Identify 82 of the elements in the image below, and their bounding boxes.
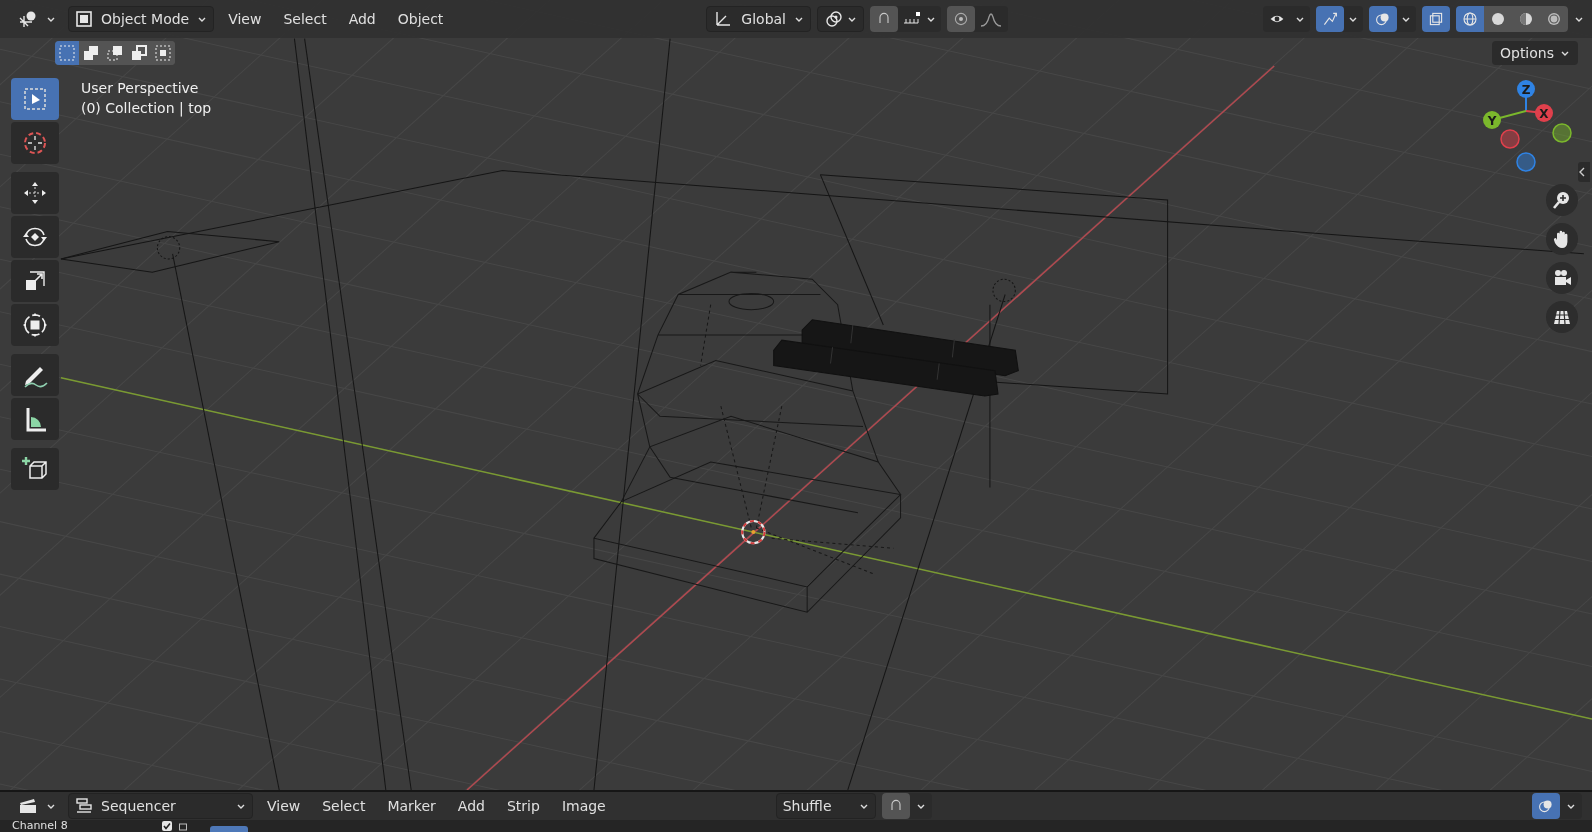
- caret-icon: [1566, 802, 1576, 810]
- negative-axis-ball[interactable]: [1516, 152, 1536, 172]
- menu-item[interactable]: Marker: [379, 793, 444, 819]
- editor-dropdown[interactable]: Sequencer: [68, 793, 253, 819]
- menu-item[interactable]: Select: [314, 793, 374, 819]
- options-dropdown[interactable]: Options: [1491, 41, 1578, 65]
- channel-name: Channel 8: [12, 820, 69, 832]
- grid-sphere-icon: [18, 10, 38, 28]
- view-button[interactable]: [1545, 184, 1578, 216]
- view-button[interactable]: [1545, 262, 1578, 294]
- select-mode-icon: [82, 44, 100, 62]
- viewport-info-text: User Perspective: [81, 80, 200, 96]
- orientation-dropdown[interactable]: Global: [706, 6, 811, 32]
- 3d-cursor-icon: [21, 129, 49, 157]
- caret-icon: [1560, 49, 1570, 57]
- toggle-button[interactable]: [870, 6, 898, 32]
- mode-dropdown[interactable]: Object Mode: [68, 6, 215, 32]
- select-mode-icon: [154, 44, 172, 62]
- zoom-icon: [1551, 190, 1572, 210]
- toggle-button[interactable]: [947, 6, 975, 32]
- select-box-icon: [21, 85, 49, 113]
- square-icon: [75, 10, 93, 28]
- caret-icon: [1295, 15, 1305, 23]
- caret-icon: [794, 15, 804, 23]
- tool-button[interactable]: [11, 216, 59, 258]
- pivot-dropdown[interactable]: [817, 6, 864, 32]
- overlap-mode-dropdown[interactable]: Shuffle: [775, 793, 876, 819]
- toggle-button[interactable]: [1422, 6, 1450, 32]
- caret-icon: [1574, 15, 1584, 23]
- tool-button[interactable]: [11, 304, 59, 346]
- negative-axis-ball[interactable]: [1552, 123, 1572, 143]
- menu-item[interactable]: Add: [340, 6, 384, 32]
- view-button[interactable]: [1545, 301, 1578, 333]
- caret-icon: [46, 802, 56, 810]
- menu-item[interactable]: Add: [449, 793, 493, 819]
- caret-icon: [1401, 15, 1411, 23]
- caret-icon: [197, 15, 208, 23]
- menu-item[interactable]: Select: [275, 6, 335, 32]
- tool-button[interactable]: [11, 260, 59, 302]
- wireframe-sphere-icon: [1462, 9, 1478, 29]
- chevron-icon: [1578, 166, 1586, 178]
- view-button[interactable]: [1545, 223, 1578, 255]
- clapperboard-icon: [18, 797, 38, 815]
- sequencer-icon: [75, 797, 93, 815]
- menu-item[interactable]: Strip: [498, 793, 548, 819]
- viewport-info-text: (0) Collection | top: [81, 100, 212, 116]
- overlays-toggle-button[interactable]: [1532, 793, 1560, 819]
- sidebar-toggle-button[interactable]: [1578, 162, 1590, 182]
- axis-ball[interactable]: Z: [1517, 80, 1535, 98]
- caret-icon: [858, 802, 869, 810]
- shading-button[interactable]: [1484, 6, 1512, 32]
- toggle-button[interactable]: [1316, 6, 1344, 32]
- menu-item[interactable]: Object: [389, 6, 452, 32]
- toggle-button[interactable]: [1369, 6, 1397, 32]
- lock-icon: [178, 821, 188, 831]
- 3d-cursor-icon: [741, 519, 766, 545]
- select-mode-icon: [58, 44, 76, 62]
- lamp-icon: [156, 236, 1016, 303]
- select-mode-icon: [106, 44, 124, 62]
- select-mode-icon: [130, 44, 148, 62]
- tool-button[interactable]: [11, 172, 59, 214]
- caret-icon: [847, 15, 857, 23]
- pivot-icon: [824, 9, 844, 29]
- tool-button[interactable]: [11, 448, 59, 490]
- caret-icon: [915, 802, 926, 810]
- menu-item[interactable]: View: [259, 793, 309, 819]
- axis-ball[interactable]: Y: [1483, 111, 1501, 129]
- negative-axis-ball[interactable]: [1500, 129, 1520, 149]
- shading-button[interactable]: [1456, 6, 1484, 32]
- snap-toggle-button[interactable]: [881, 793, 910, 819]
- shading-button[interactable]: [1540, 6, 1568, 32]
- caret-icon: [1348, 15, 1358, 23]
- caret-icon: [236, 802, 246, 810]
- caret-icon: [46, 15, 56, 23]
- axis-ball[interactable]: X: [1535, 104, 1553, 122]
- transform-icon: [21, 311, 49, 339]
- checkbox[interactable]: [162, 821, 172, 831]
- caret-icon: [926, 15, 936, 23]
- menu-item[interactable]: Image: [553, 793, 614, 819]
- tool-button[interactable]: [11, 398, 59, 440]
- tool-button[interactable]: [11, 354, 59, 396]
- menu-item[interactable]: View: [220, 6, 270, 32]
